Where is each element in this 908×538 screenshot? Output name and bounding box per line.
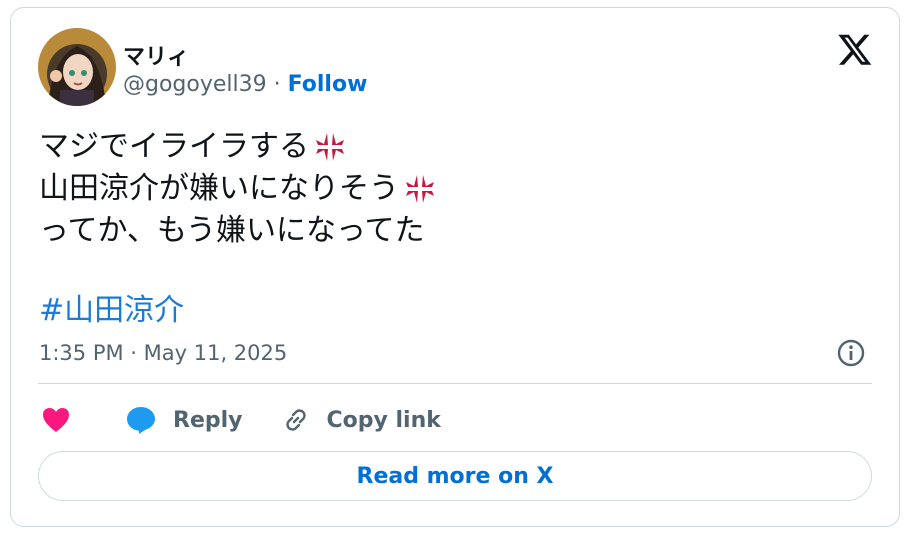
- read-more-button[interactable]: Read more on X: [38, 451, 872, 501]
- heart-icon: [43, 408, 69, 432]
- tweet-line-text: マジでイライラする: [39, 129, 309, 164]
- reply-label: Reply: [173, 407, 243, 433]
- tweet-timestamp[interactable]: 1:35 PM · May 11, 2025: [39, 341, 287, 365]
- copy-link-button[interactable]: Copy link: [281, 405, 441, 435]
- link-icon: [285, 409, 306, 431]
- tweet-line-text: ってか、もう嫌いになってた: [39, 213, 425, 248]
- author-name[interactable]: マリィ: [123, 39, 189, 71]
- reply-button[interactable]: Reply: [125, 405, 243, 435]
- like-button[interactable]: [41, 406, 71, 434]
- tweet-line: ってか、もう嫌いになってた: [39, 210, 437, 252]
- author-handle-row: @gogoyell39 · Follow: [123, 72, 367, 97]
- reply-bubble-icon: [127, 407, 155, 434]
- info-icon[interactable]: [836, 338, 866, 368]
- tweet-embed-card: マリィ @gogoyell39 · Follow マジでイライラする 山田涼介が…: [10, 7, 900, 527]
- tweet-text: マジでイライラする 山田涼介が嫌いになりそう ってか、もう嫌いになってた: [39, 126, 437, 252]
- action-bar: Reply Copy link: [39, 400, 441, 440]
- author-handle[interactable]: @gogoyell39: [123, 72, 267, 97]
- hashtag-link[interactable]: #山田涼介: [39, 285, 184, 329]
- tweet-line-text: 山田涼介が嫌いになりそう: [39, 171, 399, 206]
- anger-icon: [316, 133, 344, 161]
- tweet-line: マジでイライラする: [39, 126, 437, 168]
- avatar[interactable]: [38, 28, 116, 106]
- x-logo-icon[interactable]: [837, 31, 873, 67]
- divider: [38, 383, 872, 384]
- follow-link[interactable]: Follow: [288, 72, 368, 97]
- anger-icon: [406, 175, 434, 203]
- copy-link-label: Copy link: [326, 407, 441, 433]
- separator-dot: ·: [273, 72, 281, 97]
- tweet-line: 山田涼介が嫌いになりそう: [39, 168, 437, 210]
